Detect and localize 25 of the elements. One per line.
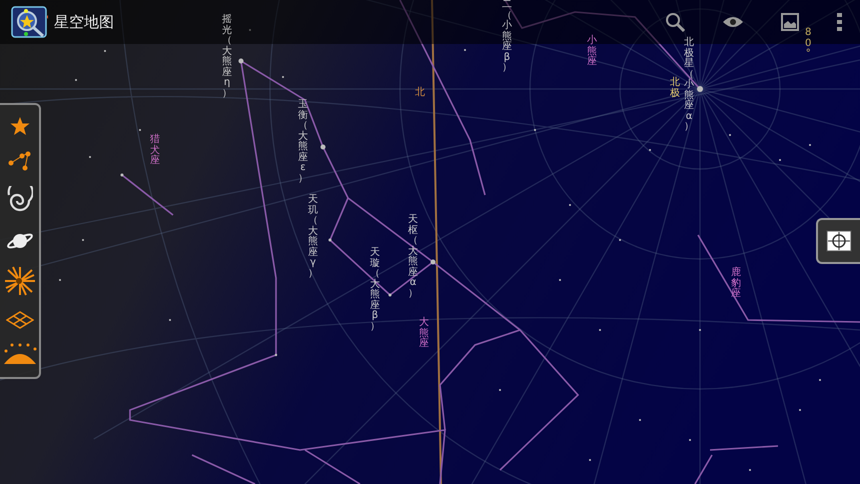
- horizon-icon[interactable]: [2, 343, 36, 366]
- manual-mode-button[interactable]: [816, 218, 860, 264]
- constellation-label: 大熊座: [419, 318, 429, 350]
- star-label: 二（小熊座 β）: [502, 0, 512, 74]
- planet-icon[interactable]: [6, 230, 34, 251]
- app-title: 星空地图: [54, 12, 114, 32]
- grid-icon[interactable]: [6, 310, 34, 329]
- star-label: 北极星（小熊座 α）: [684, 38, 694, 132]
- star-icon[interactable]: [10, 116, 30, 136]
- star-label: 天枢（大熊座 α）: [408, 215, 418, 299]
- overflow-menu-icon[interactable]: [837, 13, 842, 31]
- star-label: 摇光（大熊座 η）: [222, 15, 232, 99]
- star-label: 天玑（大熊座 γ）: [308, 195, 318, 279]
- direction-label: 北: [415, 88, 425, 98]
- grid-label: 80°: [805, 28, 812, 60]
- burst-icon[interactable]: [4, 266, 36, 296]
- constellation-icon[interactable]: [8, 151, 32, 172]
- constellation-label: 小熊座: [587, 36, 597, 68]
- search-icon[interactable]: [665, 12, 685, 32]
- eye-icon[interactable]: [723, 16, 743, 28]
- pole-label: 北极: [670, 78, 680, 99]
- constellation-label: 猎犬座: [150, 135, 160, 166]
- image-icon[interactable]: [781, 13, 799, 31]
- crosshair-icon: [826, 230, 852, 252]
- star-label: 天璇（大熊座 β）: [370, 248, 380, 332]
